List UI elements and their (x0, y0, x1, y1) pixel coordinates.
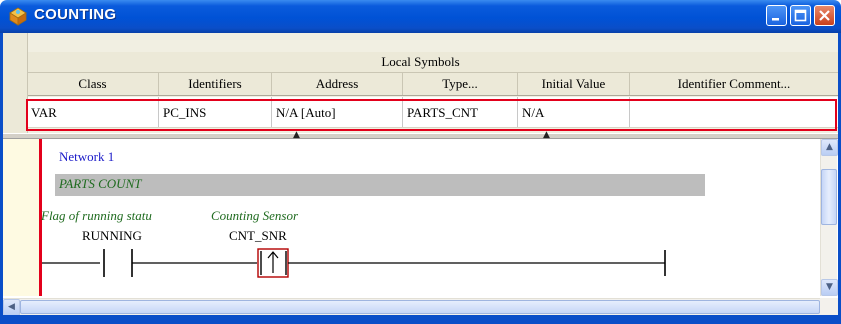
vertical-scroll-thumb[interactable] (821, 169, 837, 225)
symbols-section-header: Local Symbols (3, 52, 838, 73)
column-header-type[interactable]: Type... (403, 73, 518, 95)
close-button[interactable] (814, 5, 835, 26)
ladder-editor[interactable]: Network 1 PARTS COUNT Flag of running st… (3, 139, 820, 296)
horizontal-scrollbar[interactable]: ◀ ▶ (3, 298, 838, 316)
window-title: COUNTING (34, 6, 117, 23)
scrollbar-corner (820, 298, 838, 315)
column-header-address[interactable]: Address (272, 73, 403, 95)
symbols-column-header-row: Class Identifiers Address Type... Initia… (3, 73, 838, 96)
scroll-left-button[interactable]: ◀ (3, 299, 20, 316)
program-icon (9, 7, 27, 26)
rising-edge-contact-icon[interactable] (257, 248, 289, 278)
title-bar[interactable]: COUNTING (0, 0, 841, 33)
close-icon (819, 10, 830, 21)
window-border-bottom (0, 315, 841, 324)
scroll-down-button[interactable]: ▼ (821, 279, 838, 296)
ladder-rung (42, 248, 666, 278)
symbols-section-title: Local Symbols (381, 54, 460, 69)
column-header-initial-value[interactable]: Initial Value (518, 73, 630, 95)
counting-window: COUNTING Local Symbols Class Identifiers… (0, 0, 841, 324)
horizontal-scroll-thumb[interactable] (20, 300, 820, 314)
minimize-icon (772, 18, 779, 21)
minimize-button[interactable] (766, 5, 787, 26)
maximize-button[interactable] (790, 5, 811, 26)
vertical-scrollbar[interactable]: ▲ ▼ (820, 139, 838, 296)
column-header-identifiers[interactable]: Identifiers (159, 73, 272, 95)
splitter-up-arrow-icon[interactable]: ▲ (293, 131, 305, 140)
splitter-up-arrow-icon[interactable]: ▲ (543, 131, 555, 140)
row-highlight-outline (26, 99, 837, 131)
column-header-class[interactable]: Class (27, 73, 159, 95)
maximize-icon (794, 9, 807, 22)
column-header-identifier-comment[interactable]: Identifier Comment... (630, 73, 838, 95)
normally-open-contact-icon[interactable] (103, 249, 133, 277)
scroll-up-button[interactable]: ▲ (821, 139, 838, 156)
symbols-row-gutter (3, 33, 28, 133)
